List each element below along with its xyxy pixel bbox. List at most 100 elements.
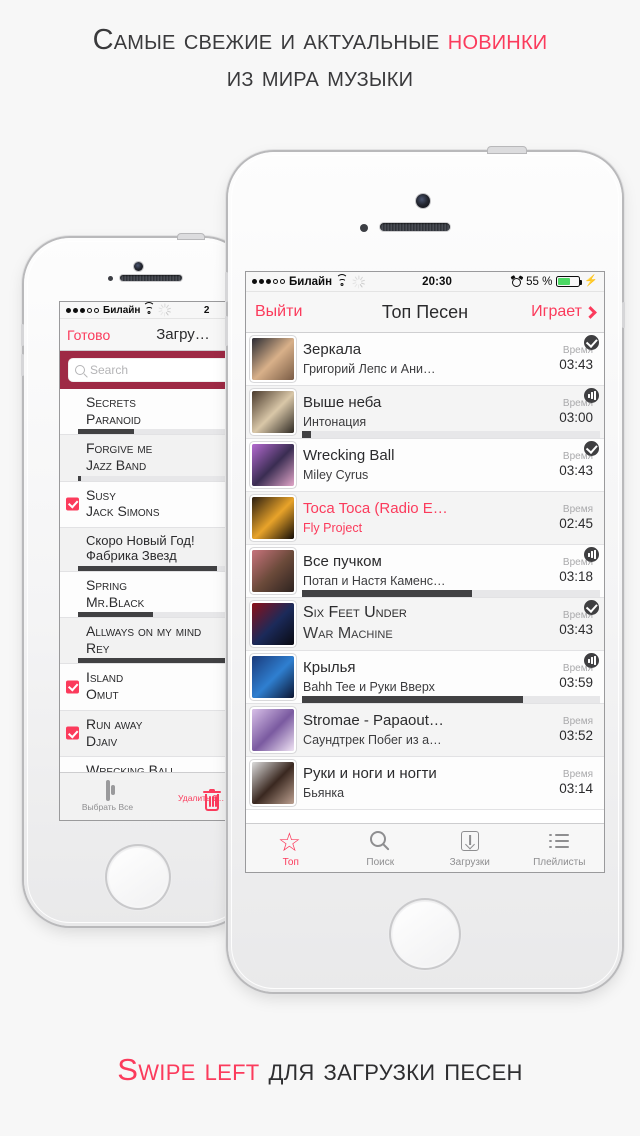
song-meta: Выше неба Интонация <box>303 394 550 430</box>
volume-down-button[interactable] <box>225 316 228 346</box>
song-artist: Интонация <box>303 414 367 429</box>
back-phone-device: Билайн 2 Готово Загру… Search Secrets Pa… <box>21 234 250 926</box>
album-art <box>252 709 294 751</box>
tab-list[interactable]: Плейлисты <box>515 829 605 868</box>
song-row[interactable]: Зеркала Григорий Лепс и Ани… Время 03:43 <box>246 333 604 386</box>
back-nav-bar: Готово Загру… <box>60 319 250 351</box>
download-artist: Mr.Black <box>86 593 145 610</box>
activity-spinner-icon <box>351 275 365 288</box>
headline-line2: из мира музыки <box>226 61 414 94</box>
back-phone-screen: Билайн 2 Готово Загру… Search Secrets Pa… <box>60 302 250 820</box>
download-row[interactable]: Secrets Paranoid <box>60 389 250 436</box>
now-playing-button[interactable]: Играет <box>531 303 597 321</box>
tab-label: Загрузки <box>449 856 490 868</box>
album-art <box>252 762 294 804</box>
back-search-placeholder: Search <box>90 363 129 377</box>
volume-up-button[interactable] <box>21 324 24 346</box>
tab-download[interactable]: Загрузки <box>425 829 515 868</box>
tab-search[interactable]: Поиск <box>336 829 426 868</box>
back-nav-title: Загру… <box>156 326 210 343</box>
power-button[interactable] <box>178 234 204 239</box>
download-icon <box>457 829 483 855</box>
download-artist: Paranoid <box>86 410 141 427</box>
back-search-bar[interactable]: Search <box>68 358 242 382</box>
song-title: Все пучком <box>303 553 382 570</box>
download-artist: Jack Simons <box>86 503 160 520</box>
sim-tray <box>622 302 625 328</box>
toolbar-label: Удалить В… <box>178 792 227 803</box>
footer-plain: для загрузки песен <box>259 1052 523 1087</box>
song-artist: War Machine <box>303 625 393 643</box>
song-row[interactable]: Stromae - Papaout… Саундтрек Побег из а… В… <box>246 704 604 757</box>
song-row[interactable]: Все пучком Потап и Настя Каменс… Время 03:1… <box>246 545 604 598</box>
download-title: Скоро Новый Год! <box>86 532 195 548</box>
downloaded-check-icon <box>584 600 599 615</box>
front-camera <box>134 262 143 271</box>
download-row[interactable]: Run away Djaiv <box>60 710 250 758</box>
download-row[interactable]: Скоро Новый Год! Фабрика Звезд <box>60 527 250 572</box>
download-row[interactable]: Forgive me Jazz Band <box>60 435 250 482</box>
home-button[interactable] <box>391 900 459 968</box>
row-checkbox[interactable] <box>66 497 79 511</box>
power-button[interactable] <box>488 147 526 153</box>
duration-value: 03:18 <box>559 568 593 584</box>
download-progress-bar <box>78 658 248 664</box>
volume-up-button[interactable] <box>225 272 228 302</box>
download-title: Island <box>86 669 124 686</box>
promo-headline: Самые свежие и актуальные новинки из мир… <box>0 22 640 96</box>
song-row[interactable]: Six Feet Under War Machine Время 03:43 <box>246 598 604 651</box>
back-status-bar: Билайн 2 <box>60 302 250 319</box>
song-row[interactable]: Wrecking Ball Miley Cyrus Время 03:43 <box>246 439 604 492</box>
download-progress-bar <box>302 590 600 597</box>
song-row[interactable]: Выше неба Интонация Время 03:00 <box>246 386 604 439</box>
duration-value: 02:45 <box>559 515 593 531</box>
battery-percent-label: 55 % <box>526 275 553 288</box>
downloaded-check-icon <box>584 441 599 456</box>
row-checkbox[interactable] <box>66 680 79 694</box>
tab-label: Поиск <box>366 856 395 868</box>
download-row[interactable]: Allways on my mind Rey <box>60 618 250 665</box>
song-title: Выше неба <box>303 394 382 411</box>
download-row[interactable]: Spring Mr.Black <box>60 571 250 619</box>
song-row[interactable]: Крылья Bahh Tee и Руки Вверх Время 03:59 <box>246 651 604 704</box>
chevron-right-icon <box>584 305 597 319</box>
song-title: Крылья <box>303 659 356 676</box>
song-title: Six Feet Under <box>303 604 407 622</box>
home-button[interactable] <box>107 846 169 908</box>
song-row[interactable]: Руки и ноги и ногти Бьянка Время 03:14 <box>246 757 604 810</box>
song-duration-block: Время 03:52 <box>559 716 595 745</box>
toolbar-select-all[interactable]: Выбрать Все <box>60 779 155 812</box>
duration-value: 03:14 <box>559 780 593 796</box>
duration-value: 03:43 <box>559 462 593 478</box>
tab-star[interactable]: ☆ Топ <box>246 829 336 868</box>
song-title: Toca Toca (Radio E… <box>303 500 448 517</box>
top-songs-list[interactable]: Зеркала Григорий Лепс и Ани… Время 03:43 Выш… <box>246 333 604 810</box>
promo-footer: Swipe left для загрузки песен <box>0 1052 640 1088</box>
back-status-time: 2 <box>203 304 210 316</box>
song-row[interactable]: Toca Toca (Radio E… Fly Project Время 02:45 <box>246 492 604 545</box>
earpiece-speaker <box>380 223 450 231</box>
search-icon <box>367 829 393 855</box>
front-phone-screen: Билайн 20:30 55 % ⚡ Выйти Топ Песен Игра… <box>246 272 604 872</box>
download-progress-bar <box>78 612 248 618</box>
proximity-sensor <box>360 224 368 232</box>
download-row[interactable]: Island Omut <box>60 664 250 711</box>
volume-down-button[interactable] <box>21 354 24 376</box>
download-row[interactable]: Susy Jack Simons <box>60 481 250 528</box>
back-download-list[interactable]: Secrets Paranoid Forgive me Jazz Band Susy Ja… <box>60 389 250 802</box>
download-progress-bar <box>302 696 600 703</box>
tab-label: Плейлисты <box>533 856 586 868</box>
song-meta: Stromae - Papaout… Саундтрек Побег из а… <box>303 712 550 748</box>
song-artist: Бьянка <box>303 785 345 800</box>
song-title: Зеркала <box>303 341 362 358</box>
now-playing-label: Играет <box>531 303 582 320</box>
logout-button[interactable]: Выйти <box>255 303 302 321</box>
duration-value: 03:52 <box>559 727 593 743</box>
download-title: Susy <box>86 486 116 503</box>
song-meta: Все пучком Потап и Настя Каменс… <box>303 553 550 589</box>
duration-label: Время <box>562 715 593 727</box>
wifi-icon <box>336 274 349 286</box>
duration-value: 03:43 <box>559 621 593 637</box>
song-artist: Потап и Настя Каменс… <box>303 573 446 588</box>
row-checkbox[interactable] <box>66 726 79 740</box>
